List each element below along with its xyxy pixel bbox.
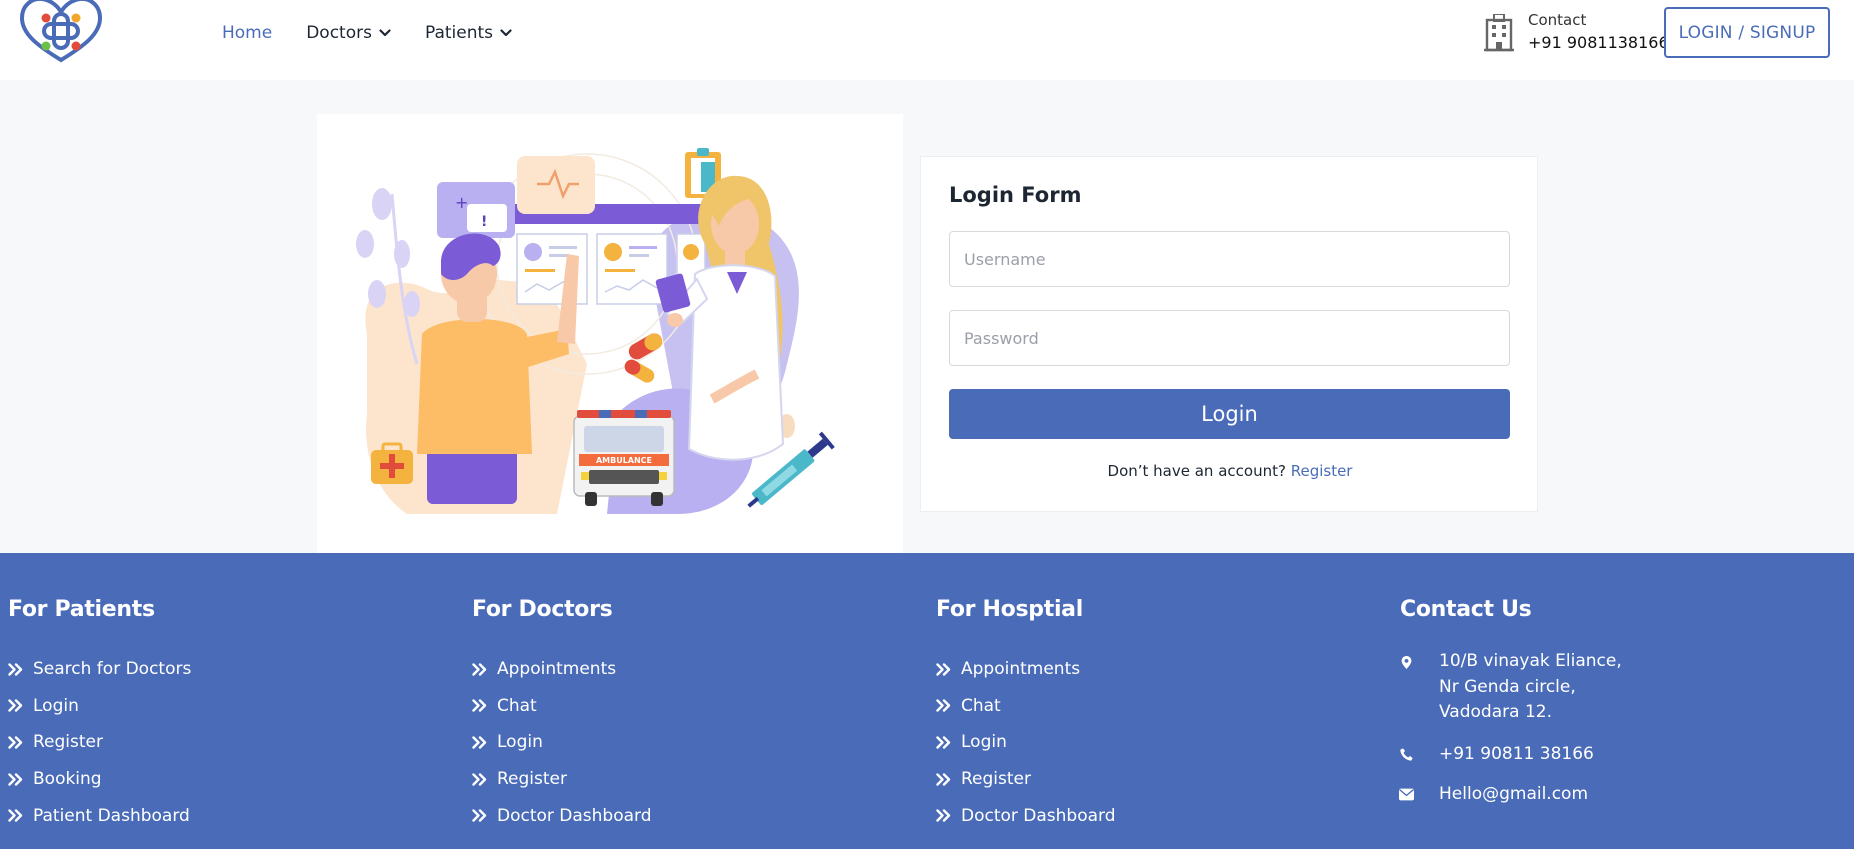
nav-patients[interactable]: Patients [425, 22, 512, 44]
double-chevron-right-icon [8, 663, 23, 676]
envelope-icon [1398, 788, 1414, 801]
nav-home[interactable]: Home [222, 22, 272, 44]
login-form-title: Login Form [949, 183, 1082, 207]
double-chevron-right-icon [936, 772, 951, 786]
footer-link-label: Chat [497, 695, 537, 716]
footer-link-label: Appointments [961, 659, 1081, 680]
nav-home-label: Home [222, 23, 273, 43]
contact-label: Contact [1528, 11, 1587, 29]
ambulance-label: AMBULANCE [596, 456, 652, 465]
footer-link[interactable]: Chat [936, 688, 1116, 725]
contact-phone[interactable]: +91 9081138166 [1528, 30, 1669, 56]
footer-link[interactable]: Login [472, 724, 652, 761]
footer-link[interactable]: Chat [472, 688, 652, 725]
username-input[interactable] [949, 231, 1510, 287]
double-chevron-right-icon [472, 772, 487, 786]
footer-link-label: Register [33, 732, 103, 753]
footer-link-label: Doctor Dashboard [497, 805, 652, 826]
address-line: Vadodara 12. [1439, 702, 1552, 722]
nav-doctors[interactable]: Doctors [306, 22, 391, 44]
footer-phone[interactable]: +91 90811 38166 [1399, 743, 1622, 766]
site-header: Home Doctors Patients Contact +91 908113… [0, 0, 1854, 80]
heart-cross-logo[interactable] [18, 0, 104, 64]
footer-link[interactable]: Doctor Dashboard [936, 797, 1116, 834]
site-footer: For Patients Search for Doctors Login Re… [0, 553, 1854, 849]
footer-doctors-title: For Doctors [472, 597, 613, 622]
footer-link[interactable]: Login [8, 688, 191, 725]
double-chevron-right-icon [936, 663, 951, 676]
double-chevron-right-icon [936, 736, 951, 749]
footer-link-label: Login [33, 695, 79, 716]
footer-phone-text: +91 90811 38166 [1439, 743, 1594, 764]
svg-text:!: ! [481, 214, 487, 230]
footer-link[interactable]: Register [8, 724, 191, 761]
footer-link[interactable]: Search for Doctors [8, 651, 191, 688]
login-submit-button[interactable]: Login [949, 389, 1510, 439]
footer-link-label: Booking [33, 769, 102, 790]
footer-link-label: Search for Doctors [33, 659, 192, 680]
footer-address: 10/B vinayak Eliance, Nr Genda circle, V… [1400, 651, 1622, 726]
footer-link-label: Register [497, 769, 567, 790]
footer-contact-column: Contact Us 10/B vinayak Eliance, Nr Gend… [1398, 597, 1622, 824]
footer-link-label: Login [961, 732, 1007, 753]
footer-contact-title: Contact Us [1400, 597, 1532, 622]
footer-link[interactable]: Booking [8, 761, 191, 798]
footer-link[interactable]: Doctor Dashboard [472, 797, 652, 834]
footer-link-label: Appointments [497, 659, 617, 680]
double-chevron-right-icon [472, 809, 487, 822]
footer-email-text: Hello@gmail.com [1439, 783, 1589, 804]
footer-link-label: Login [497, 732, 543, 753]
register-prompt-text: Don’t have an account? [1107, 462, 1286, 480]
footer-link[interactable]: Login [936, 724, 1116, 761]
double-chevron-right-icon [8, 809, 23, 822]
footer-patients-column: For Patients Search for Doctors Login Re… [8, 597, 191, 834]
footer-link[interactable]: Appointments [936, 651, 1116, 688]
footer-link-label: Doctor Dashboard [961, 805, 1116, 826]
main-nav: Home Doctors Patients [222, 22, 546, 44]
register-prompt-row: Don’t have an account? Register [921, 462, 1539, 480]
header-contact: Contact +91 9081138166 [1484, 10, 1669, 56]
login-form-card: Login Form Login Don’t have an account? … [920, 156, 1538, 512]
doctor-patient-illustration: + ! AMBULANCE [356, 148, 835, 514]
footer-email[interactable]: Hello@gmail.com [1398, 783, 1622, 806]
register-link[interactable]: Register [1291, 462, 1353, 480]
svg-text:+: + [455, 193, 468, 212]
hospital-building-icon [1484, 14, 1514, 52]
footer-link[interactable]: Appointments [472, 651, 652, 688]
footer-link-label: Patient Dashboard [33, 805, 190, 826]
map-pin-icon [1401, 655, 1411, 669]
double-chevron-right-icon [472, 699, 487, 713]
nav-patients-label: Patients [424, 23, 494, 43]
double-chevron-right-icon [8, 699, 23, 713]
chevron-down-icon [500, 29, 512, 37]
double-chevron-right-icon [936, 699, 951, 713]
footer-link[interactable]: Register [472, 761, 652, 798]
footer-hospital-title: For Hosptial [936, 597, 1083, 622]
ambulance-graphic: AMBULANCE [573, 410, 675, 506]
footer-link-label: Chat [961, 695, 1001, 716]
footer-link-label: Register [961, 769, 1031, 790]
password-input[interactable] [949, 310, 1510, 366]
double-chevron-right-icon [8, 736, 23, 749]
footer-hospital-column: For Hosptial Appointments Chat Login Reg… [936, 597, 1116, 834]
double-chevron-right-icon [472, 736, 487, 749]
double-chevron-right-icon [936, 809, 951, 822]
footer-link[interactable]: Register [936, 761, 1116, 798]
footer-link[interactable]: Patient Dashboard [8, 797, 191, 834]
double-chevron-right-icon [472, 663, 487, 676]
footer-patients-title: For Patients [8, 597, 155, 622]
phone-icon [1399, 748, 1413, 761]
address-line: 10/B vinayak Eliance, [1439, 651, 1622, 671]
nav-doctors-label: Doctors [306, 23, 372, 43]
footer-doctors-column: For Doctors Appointments Chat Login Regi… [472, 597, 652, 834]
double-chevron-right-icon [8, 772, 23, 786]
medical-illustration: + ! AMBULANCE [317, 114, 903, 553]
address-line: Nr Genda circle, [1439, 676, 1576, 697]
chevron-down-icon [379, 29, 391, 37]
login-signup-button[interactable]: LOGIN / SIGNUP [1664, 7, 1830, 58]
